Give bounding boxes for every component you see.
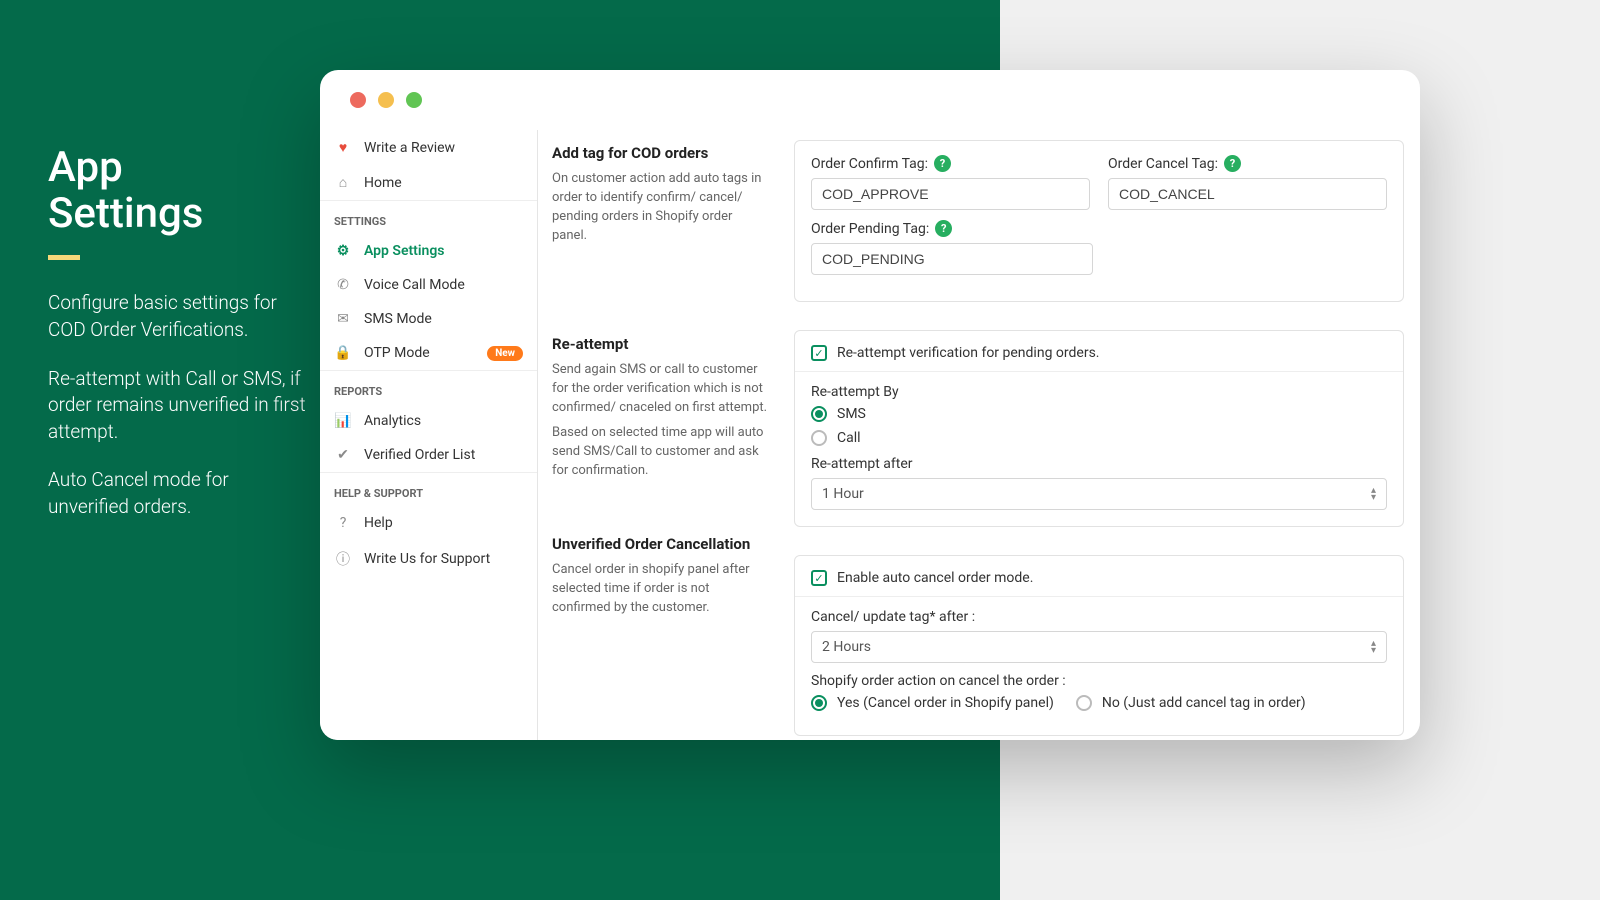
sidebar-item-label: Write a Review bbox=[364, 140, 455, 156]
label-reattempt-by: Re-attempt By bbox=[811, 384, 1387, 400]
radio-label: No (Just add cancel tag in order) bbox=[1102, 695, 1306, 711]
section-desc-tags: On customer action add auto tags in orde… bbox=[552, 170, 770, 245]
gear-icon: ⚙ bbox=[334, 243, 352, 259]
window-titlebar bbox=[320, 70, 1420, 130]
section-title-cancel: Unverified Order Cancellation bbox=[552, 535, 770, 553]
label-pending-tag: Order Pending Tag: bbox=[811, 221, 929, 237]
radio-cancel-no[interactable]: No (Just add cancel tag in order) bbox=[1076, 695, 1306, 711]
accent-divider bbox=[48, 255, 80, 260]
close-icon[interactable] bbox=[350, 92, 366, 108]
help-icon[interactable]: ? bbox=[934, 155, 951, 172]
sidebar-item-label: Analytics bbox=[364, 413, 421, 429]
sidebar-item-voice-call-mode[interactable]: ✆ Voice Call Mode bbox=[320, 268, 537, 302]
copy-line-1: Configure basic settings for COD Order V… bbox=[48, 290, 308, 343]
sidebar-heading-reports: REPORTS bbox=[320, 370, 537, 404]
radio-reattempt-call[interactable]: Call bbox=[811, 430, 1387, 446]
sidebar-item-label: OTP Mode bbox=[364, 345, 430, 361]
sidebar-item-otp-mode[interactable]: 🔒 OTP Mode New bbox=[320, 336, 537, 370]
new-badge: New bbox=[487, 346, 523, 361]
sidebar-item-sms-mode[interactable]: ✉ SMS Mode bbox=[320, 302, 537, 336]
lock-icon: 🔒 bbox=[334, 345, 352, 361]
label-reattempt-after: Re-attempt after bbox=[811, 456, 1387, 472]
marketing-copy: AppSettings Configure basic settings for… bbox=[48, 145, 308, 543]
sidebar-item-write-us[interactable]: ⓘ Write Us for Support bbox=[320, 540, 537, 578]
help-icon[interactable]: ? bbox=[935, 220, 952, 237]
copy-line-3: Auto Cancel mode for unverified orders. bbox=[48, 467, 308, 520]
help-icon[interactable]: ? bbox=[1224, 155, 1241, 172]
input-confirm-tag[interactable] bbox=[811, 178, 1090, 210]
section-title-tags: Add tag for COD orders bbox=[552, 144, 770, 162]
sidebar-item-home[interactable]: ⌂ Home bbox=[320, 165, 537, 200]
sidebar-item-help[interactable]: ? Help bbox=[320, 506, 537, 540]
label-cancel-action: Shopify order action on cancel the order… bbox=[811, 673, 1387, 689]
radio-label: Call bbox=[837, 430, 861, 446]
sidebar-item-label: Write Us for Support bbox=[364, 551, 490, 567]
select-value: 2 Hours bbox=[822, 639, 871, 655]
label-cancel-after: Cancel/ update tag* after : bbox=[811, 609, 1387, 625]
sidebar-item-label: SMS Mode bbox=[364, 311, 432, 327]
section-desc-reattempt-2: Based on selected time app will auto sen… bbox=[552, 424, 770, 481]
sidebar-item-verified-order-list[interactable]: ✔ Verified Order List bbox=[320, 438, 537, 472]
radio-icon bbox=[811, 695, 827, 711]
copy-line-2: Re-attempt with Call or SMS, if order re… bbox=[48, 366, 308, 446]
sidebar: ♥ Write a Review ⌂ Home SETTINGS ⚙ App S… bbox=[320, 130, 538, 740]
radio-icon bbox=[1076, 695, 1092, 711]
radio-label: Yes (Cancel order in Shopify panel) bbox=[837, 695, 1054, 711]
form-column: Order Confirm Tag: ? Order Cancel Tag: ? bbox=[788, 130, 1420, 740]
heart-icon: ♥ bbox=[334, 139, 352, 156]
sidebar-item-label: Home bbox=[364, 175, 402, 191]
select-reattempt-after[interactable]: 1 Hour ▴▾ bbox=[811, 478, 1387, 510]
section-title-reattempt: Re-attempt bbox=[552, 335, 770, 353]
sidebar-heading-settings: SETTINGS bbox=[320, 200, 537, 234]
section-desc-cancel: Cancel order in shopify panel after sele… bbox=[552, 561, 770, 618]
checkbox-label: Enable auto cancel order mode. bbox=[837, 570, 1033, 586]
description-column: Add tag for COD orders On customer actio… bbox=[538, 130, 788, 740]
input-cancel-tag[interactable] bbox=[1108, 178, 1387, 210]
radio-reattempt-sms[interactable]: SMS bbox=[811, 406, 1387, 422]
label-cancel-tag: Order Cancel Tag: bbox=[1108, 156, 1218, 172]
input-pending-tag[interactable] bbox=[811, 243, 1093, 275]
sidebar-item-analytics[interactable]: 📊 Analytics bbox=[320, 404, 537, 438]
divider bbox=[795, 596, 1403, 597]
question-icon: ? bbox=[334, 515, 352, 531]
select-value: 1 Hour bbox=[822, 486, 864, 502]
sidebar-item-label: Verified Order List bbox=[364, 447, 475, 463]
sidebar-item-label: Voice Call Mode bbox=[364, 277, 465, 293]
minimize-icon[interactable] bbox=[378, 92, 394, 108]
info-icon: ⓘ bbox=[334, 549, 352, 569]
radio-icon bbox=[811, 430, 827, 446]
sidebar-item-write-review[interactable]: ♥ Write a Review bbox=[320, 130, 537, 165]
chevron-updown-icon: ▴▾ bbox=[1371, 640, 1376, 654]
card-reattempt: ✓ Re-attempt verification for pending or… bbox=[794, 330, 1404, 527]
label-confirm-tag: Order Confirm Tag: bbox=[811, 156, 928, 172]
checkbox-label: Re-attempt verification for pending orde… bbox=[837, 345, 1099, 361]
sidebar-item-label: Help bbox=[364, 515, 393, 531]
checkbox-auto-cancel[interactable]: ✓ Enable auto cancel order mode. bbox=[811, 570, 1387, 586]
divider bbox=[795, 371, 1403, 372]
sidebar-item-label: App Settings bbox=[364, 243, 445, 259]
radio-cancel-yes[interactable]: Yes (Cancel order in Shopify panel) bbox=[811, 695, 1054, 711]
check-list-icon: ✔ bbox=[334, 447, 352, 463]
home-icon: ⌂ bbox=[334, 174, 352, 191]
chevron-updown-icon: ▴▾ bbox=[1371, 487, 1376, 501]
app-window: ♥ Write a Review ⌂ Home SETTINGS ⚙ App S… bbox=[320, 70, 1420, 740]
checkbox-reattempt[interactable]: ✓ Re-attempt verification for pending or… bbox=[811, 345, 1387, 361]
chart-icon: 📊 bbox=[334, 413, 352, 429]
sidebar-heading-help: HELP & SUPPORT bbox=[320, 472, 537, 506]
maximize-icon[interactable] bbox=[406, 92, 422, 108]
card-cancel: ✓ Enable auto cancel order mode. Cancel/… bbox=[794, 555, 1404, 736]
checkbox-icon: ✓ bbox=[811, 570, 827, 586]
chat-icon: ✉ bbox=[334, 311, 352, 327]
select-cancel-after[interactable]: 2 Hours ▴▾ bbox=[811, 631, 1387, 663]
sidebar-item-app-settings[interactable]: ⚙ App Settings bbox=[320, 234, 537, 268]
section-desc-reattempt-1: Send again SMS or call to customer for t… bbox=[552, 361, 770, 418]
checkbox-icon: ✓ bbox=[811, 345, 827, 361]
page-title: AppSettings bbox=[48, 145, 308, 237]
phone-icon: ✆ bbox=[334, 277, 352, 293]
radio-label: SMS bbox=[837, 406, 866, 422]
card-tags: Order Confirm Tag: ? Order Cancel Tag: ? bbox=[794, 140, 1404, 302]
radio-icon bbox=[811, 406, 827, 422]
